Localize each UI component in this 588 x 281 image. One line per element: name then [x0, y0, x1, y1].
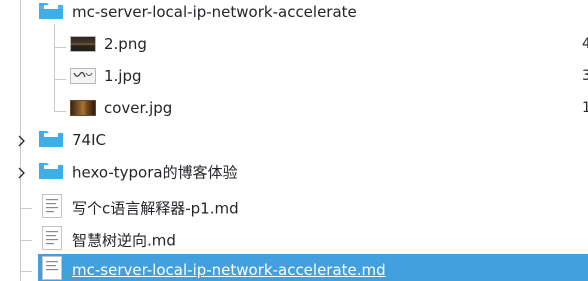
tree-row-folder[interactable]: 74IC	[0, 124, 588, 156]
image-thumbnail-icon	[70, 100, 96, 116]
image-thumbnail-icon	[70, 36, 96, 52]
tree-row-file[interactable]: 1.jpg 3	[0, 60, 588, 92]
tree-row-file[interactable]: 2.png 4	[0, 28, 588, 60]
tree-row-label: mc-server-local-ip-network-accelerate.md	[72, 261, 386, 279]
folder-icon	[38, 160, 64, 184]
image-thumbnail-icon	[70, 68, 96, 84]
tree-row-label: cover.jpg	[104, 99, 173, 117]
tree-row-folder[interactable]: hexo-typora的博客体验	[0, 156, 588, 188]
tree-row-file-selected[interactable]: mc-server-local-ip-network-accelerate.md	[38, 254, 588, 281]
folder-icon	[38, 0, 64, 24]
file-size-text: 3	[582, 68, 588, 84]
tree-row-file[interactable]: cover.jpg 1	[0, 92, 588, 124]
tree-row-label: mc-server-local-ip-network-accelerate	[72, 3, 357, 21]
chevron-right-icon[interactable]	[16, 165, 28, 179]
tree-row-folder[interactable]: mc-server-local-ip-network-accelerate	[0, 0, 588, 28]
tree-row-label: 74IC	[72, 131, 106, 149]
tree-row-file[interactable]: 写个c语言解释器-p1.md	[0, 192, 588, 224]
tree-row-label: 1.jpg	[104, 67, 142, 85]
file-tree: mc-server-local-ip-network-accelerate 2.…	[0, 0, 588, 281]
tree-row-file[interactable]: 智慧树逆向.md	[0, 224, 588, 256]
tree-row-label: 写个c语言解释器-p1.md	[72, 199, 239, 218]
tree-row-label: 2.png	[104, 35, 147, 53]
file-size-text: 4	[582, 36, 588, 52]
tree-guide-branch	[20, 271, 32, 272]
text-document-icon	[42, 226, 62, 254]
text-document-icon	[42, 256, 62, 281]
folder-icon	[38, 128, 64, 152]
file-size-text: 1	[582, 100, 588, 116]
tree-row-label: 智慧树逆向.md	[72, 231, 176, 250]
text-document-icon	[42, 194, 62, 222]
chevron-right-icon[interactable]	[16, 133, 28, 147]
tree-row-label: hexo-typora的博客体验	[72, 163, 238, 182]
